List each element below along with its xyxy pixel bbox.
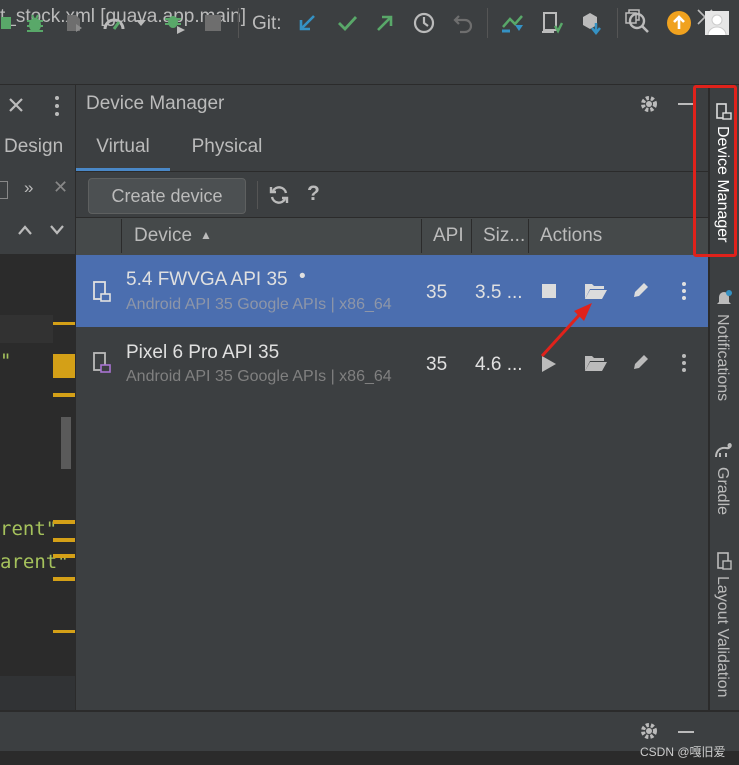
refresh-icon[interactable] xyxy=(268,184,290,211)
gauge-icon[interactable] xyxy=(102,10,128,36)
device-size: 3.5 ... xyxy=(475,282,523,303)
editor-scrollbar[interactable] xyxy=(61,417,71,469)
minimize-icon[interactable] xyxy=(678,103,694,105)
toolbar-separator xyxy=(257,181,258,209)
caret-line xyxy=(0,315,53,343)
change-marker xyxy=(53,630,75,633)
run-icon[interactable] xyxy=(0,10,16,36)
minimize-icon[interactable] xyxy=(678,731,694,733)
gear-icon[interactable] xyxy=(638,93,660,120)
device-api: 35 xyxy=(426,354,448,375)
annotation-arrow-icon xyxy=(540,303,592,358)
annotation-highlight-box xyxy=(693,85,737,257)
running-indicator: • xyxy=(299,266,306,287)
device-api: 35 xyxy=(426,282,448,303)
column-device[interactable]: Device xyxy=(134,217,192,254)
tab-label: Physical xyxy=(191,136,263,157)
column-actions: Actions xyxy=(540,225,603,246)
editor-nav xyxy=(0,210,75,254)
tab-design[interactable]: Design xyxy=(4,136,63,158)
update-icon[interactable] xyxy=(666,10,692,36)
toolbar-separator xyxy=(238,8,239,38)
more-vertical-icon[interactable] xyxy=(681,353,687,373)
device-size: 4.6 ... xyxy=(475,354,523,375)
column-separator xyxy=(421,219,422,253)
table-row[interactable]: 5.4 FWVGA API 35 • Android API 35 Google… xyxy=(76,255,708,327)
editor-tabs: Design xyxy=(0,125,75,171)
bug-icon[interactable] xyxy=(22,10,48,36)
history-icon[interactable] xyxy=(411,10,437,36)
chevron-down-icon[interactable] xyxy=(128,10,154,36)
help-icon[interactable]: ? xyxy=(307,182,320,206)
editor-tools: » ✕ xyxy=(0,170,75,210)
change-marker xyxy=(53,554,75,558)
toolbar-separator xyxy=(487,8,488,38)
change-marker xyxy=(53,538,75,542)
device-subtitle: Android API 35 Google APIs | x86_64 xyxy=(126,368,392,385)
more-tabs-icon[interactable]: » xyxy=(24,178,33,198)
code-line: rent" xyxy=(0,518,58,540)
stop-icon[interactable] xyxy=(200,10,226,36)
layout-validation-icon xyxy=(715,552,733,575)
column-api[interactable]: API xyxy=(433,217,464,254)
device-name: 5.4 FWVGA API 35 xyxy=(126,269,288,290)
git-label: Git: xyxy=(252,13,282,34)
table-row[interactable]: Pixel 6 Pro API 35 Android API 35 Google… xyxy=(76,328,708,400)
sdk-icon[interactable] xyxy=(578,10,604,36)
toolbar-separator xyxy=(617,8,618,38)
change-marker xyxy=(53,322,75,325)
folder-open-icon[interactable] xyxy=(584,281,608,301)
close-icon[interactable]: ✕ xyxy=(53,177,68,198)
main-toolbar xyxy=(0,38,739,85)
device-name: Pixel 6 Pro API 35 xyxy=(126,342,280,363)
panel-title: Device Manager xyxy=(86,93,225,114)
change-marker xyxy=(53,393,75,397)
tab-physical[interactable]: Physical xyxy=(172,125,282,171)
sync-icon[interactable] xyxy=(499,10,525,36)
column-size[interactable]: Siz... xyxy=(483,217,525,254)
git-commit-icon[interactable] xyxy=(334,10,360,36)
create-device-button[interactable]: Create device xyxy=(88,178,246,214)
stripe-tab-layout-validation[interactable]: Layout Validation xyxy=(713,576,731,698)
code-line: " xyxy=(0,350,12,372)
device-file-icon[interactable] xyxy=(538,10,564,36)
change-marker xyxy=(53,577,75,581)
tab-virtual[interactable]: Virtual xyxy=(76,125,170,171)
edit-icon[interactable] xyxy=(631,352,651,372)
avatar-icon[interactable] xyxy=(704,10,730,36)
attach-debugger-icon[interactable] xyxy=(162,10,188,36)
change-marker xyxy=(53,354,75,378)
watermark: CSDN @嘎旧爱 xyxy=(640,745,726,759)
column-separator xyxy=(528,219,529,253)
bell-icon xyxy=(715,289,733,312)
git-update-icon[interactable] xyxy=(294,10,320,36)
git-push-icon[interactable] xyxy=(372,10,398,36)
edit-icon[interactable] xyxy=(631,280,651,300)
column-separator xyxy=(471,219,472,253)
more-vertical-icon[interactable] xyxy=(681,281,687,301)
stripe-tab-gradle[interactable]: Gradle xyxy=(713,467,731,515)
rollback-icon[interactable] xyxy=(450,10,476,36)
device-subtitle: Android API 35 Google APIs | x86_64 xyxy=(126,296,392,313)
change-marker xyxy=(53,520,75,524)
status-bar xyxy=(0,751,739,765)
stop-icon[interactable] xyxy=(542,284,556,298)
profile-icon[interactable] xyxy=(60,10,86,36)
stripe-tab-notifications[interactable]: Notifications xyxy=(713,314,731,401)
divider xyxy=(76,171,708,172)
bottom-panel-header xyxy=(0,711,739,752)
gradle-icon xyxy=(714,442,734,464)
editor-footer xyxy=(0,676,75,710)
sort-ascending-icon[interactable]: ▲ xyxy=(200,217,212,254)
column-separator xyxy=(121,219,122,253)
panel-icon[interactable] xyxy=(0,181,8,199)
editor-header xyxy=(0,85,75,125)
search-icon[interactable] xyxy=(626,10,652,36)
tab-label: Virtual xyxy=(96,136,150,157)
